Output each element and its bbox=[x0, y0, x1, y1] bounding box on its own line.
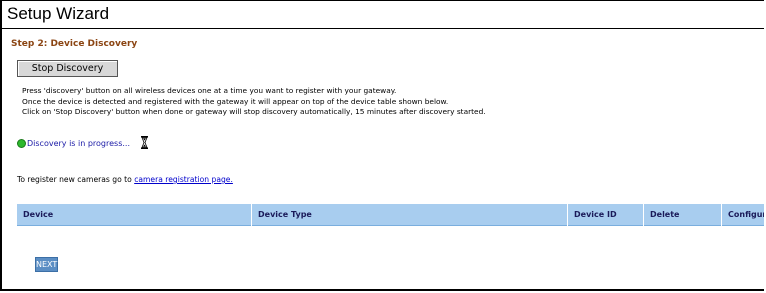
column-header-device-id[interactable]: Device ID bbox=[567, 204, 643, 226]
camera-registration-link[interactable]: camera registration page. bbox=[134, 175, 233, 184]
column-header-configure[interactable]: Configure bbox=[721, 204, 764, 226]
device-table-header: Device Device Type Device ID Delete Conf… bbox=[17, 204, 764, 226]
register-prefix: To register new cameras go to bbox=[17, 175, 135, 184]
column-header-device-type[interactable]: Device Type bbox=[251, 204, 567, 226]
hourglass-icon bbox=[141, 134, 149, 153]
discovery-status: Discovery is in progress... bbox=[17, 133, 149, 149]
register-cameras-text: To register new cameras go to camera reg… bbox=[17, 175, 233, 184]
column-header-device[interactable]: Device bbox=[17, 204, 251, 226]
status-text: Discovery is in progress... bbox=[27, 139, 130, 148]
title-divider bbox=[2, 28, 764, 29]
instructions: Press 'discovery' button on all wireless… bbox=[22, 86, 486, 118]
next-button[interactable]: NEXT bbox=[35, 257, 58, 272]
column-header-delete[interactable]: Delete bbox=[643, 204, 721, 226]
instruction-line: Click on 'Stop Discovery' button when do… bbox=[22, 107, 486, 116]
step-title: Step 2: Device Discovery bbox=[11, 39, 138, 49]
instruction-line: Press 'discovery' button on all wireless… bbox=[22, 86, 397, 95]
green-dot-icon bbox=[17, 139, 26, 148]
page-title: Setup Wizard bbox=[7, 4, 110, 23]
stop-discovery-button[interactable]: Stop Discovery bbox=[17, 60, 118, 77]
instruction-line: Once the device is detected and register… bbox=[22, 96, 449, 106]
